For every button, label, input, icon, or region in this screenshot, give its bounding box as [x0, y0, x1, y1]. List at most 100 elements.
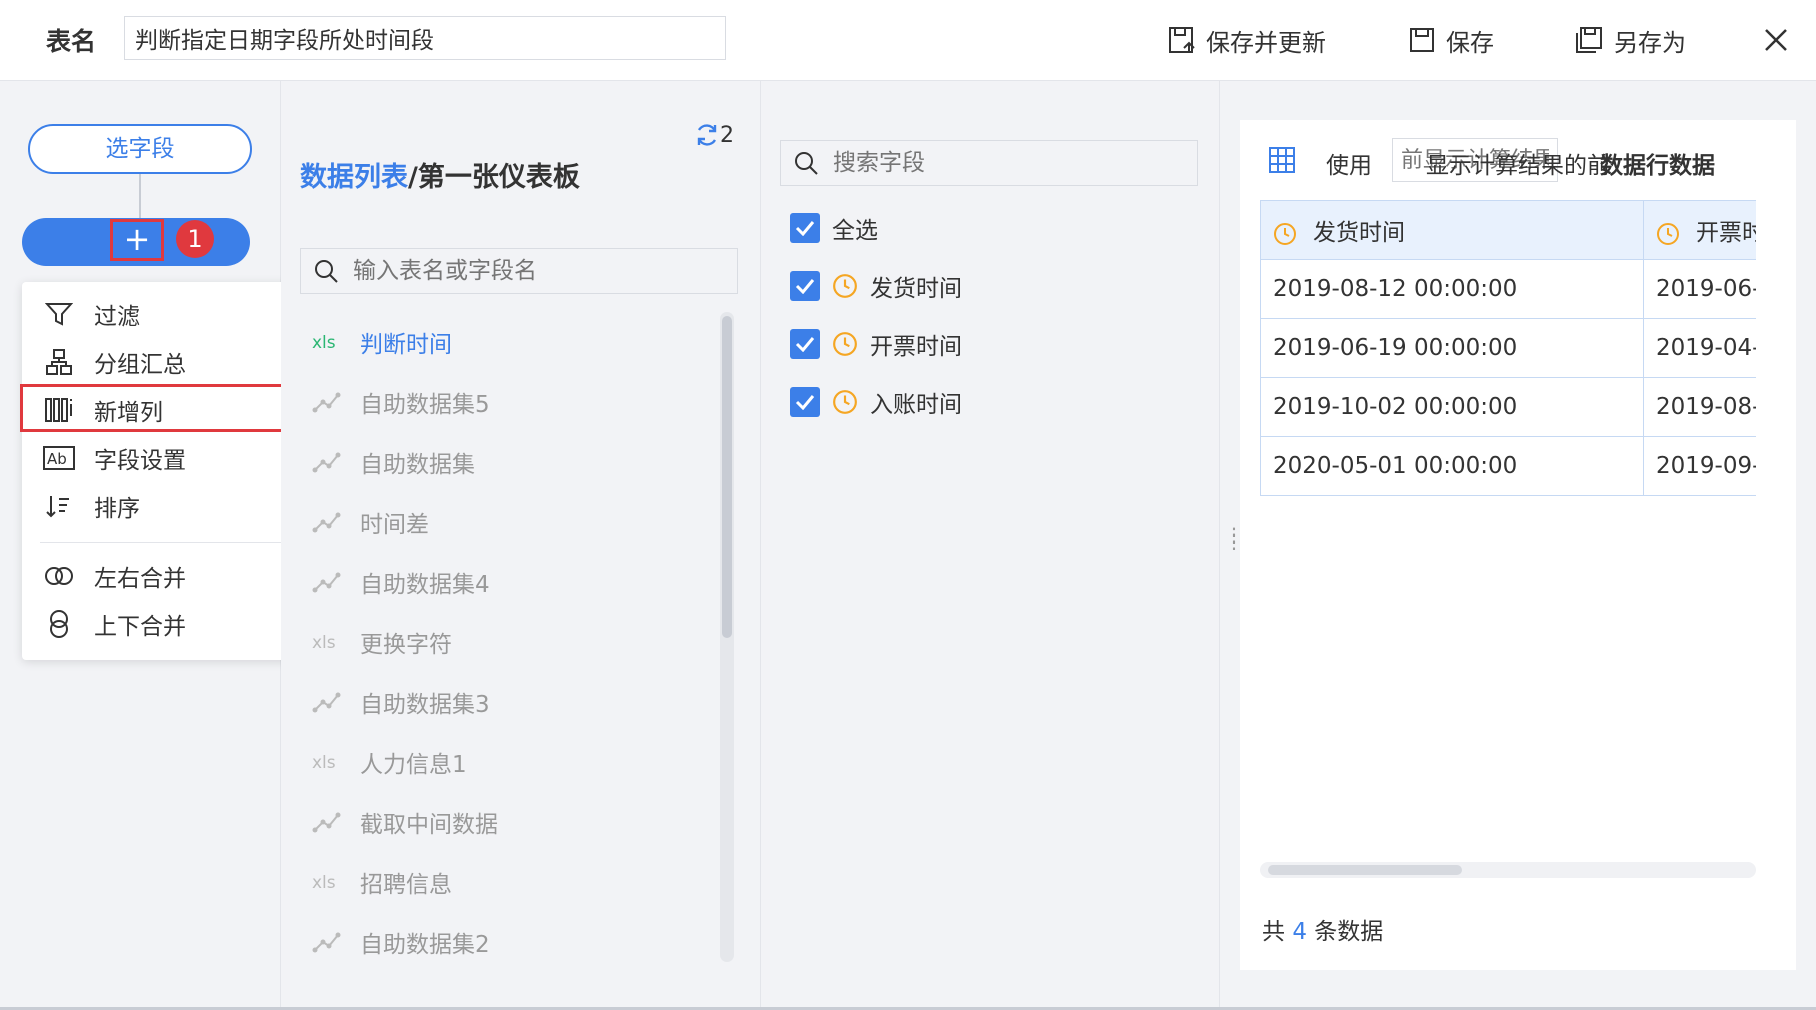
field-search-box[interactable] [780, 140, 1198, 186]
svg-text:xls: xls [312, 753, 336, 772]
menu-divider [40, 542, 298, 543]
table-cell: 2019-08-12 00:00:00 [1260, 259, 1644, 319]
save-and-update-button[interactable]: 保存并更新 [1168, 20, 1326, 60]
xls-icon: xls [312, 332, 346, 352]
table-list-item-label: 更换字符 [360, 632, 452, 658]
table-list-item[interactable]: xls 人力信息1 [312, 742, 712, 782]
preview-use-label: 使用 [1326, 153, 1372, 179]
data-list-title: 数据列表/第一张仪表板 [300, 155, 580, 194]
refresh-button[interactable]: 2 [694, 122, 734, 148]
field-checkbox[interactable]: 发货时间 [790, 268, 962, 304]
table-search-box[interactable] [300, 248, 738, 294]
table-cell: 2019-04-18 [1643, 318, 1756, 378]
table-header-row: 发货时间 开票时间 [1260, 200, 1756, 260]
menu-item-up-down-merge[interactable]: 上下合并 [22, 600, 302, 648]
table-list-item-label: 自助数据集4 [360, 572, 490, 598]
field-label: 开票时间 [870, 334, 962, 360]
table-row: 2019-10-02 00:00:002019-08-30 [1260, 377, 1756, 437]
menu-item-label: 排序 [94, 496, 140, 522]
menu-item-label: 分组汇总 [94, 352, 186, 378]
table-list-item[interactable]: xls 更换字符 [312, 622, 712, 662]
total-count: 4 [1292, 919, 1307, 945]
table-cell: 2019-06-01 [1643, 259, 1756, 319]
table-cell: 2019-10-02 00:00:00 [1260, 377, 1644, 437]
preview-rows-suffix: 数据行数据 [1600, 153, 1715, 179]
menu-item-left-right-merge[interactable]: 左右合并 [22, 552, 302, 600]
field-search-input[interactable] [831, 149, 1175, 177]
data-list-link[interactable]: 数据列表 [300, 162, 408, 193]
column-header-label: 发货时间 [1313, 220, 1405, 246]
table-list-item[interactable]: 自助数据集5 [312, 382, 712, 422]
dataset-icon [312, 690, 346, 714]
field-label: 发货时间 [870, 276, 962, 302]
column-header[interactable]: 开票时间 [1643, 200, 1756, 260]
checkbox-checked-icon [790, 213, 820, 243]
preview-scroll-thumb[interactable] [1268, 865, 1462, 875]
search-icon [793, 150, 819, 176]
menu-item-sort[interactable]: 排序 [22, 482, 302, 530]
menu-item-label: 过滤 [94, 304, 140, 330]
save-label: 保存 [1446, 28, 1494, 57]
list-scroll-thumb[interactable] [722, 316, 732, 638]
table-list-item[interactable]: 截取中间数据 [312, 802, 712, 842]
up-down-merge-icon [42, 608, 76, 640]
checkbox-checked-icon [790, 271, 820, 301]
close-icon[interactable] [1762, 26, 1790, 58]
table-list-item[interactable]: 自助数据集2 [312, 922, 712, 962]
svg-text:xls: xls [312, 333, 336, 352]
menu-item-label: 左右合并 [94, 566, 186, 592]
checkbox-checked-icon [790, 387, 820, 417]
add-step-button[interactable]: + [110, 219, 164, 261]
table-list-item[interactable]: 自助数据集3 [312, 682, 712, 722]
table-list-item[interactable]: 时间差 [312, 502, 712, 542]
table-view-icon[interactable] [1268, 146, 1296, 178]
menu-item-field-settings[interactable]: Ab 字段设置 [22, 434, 302, 482]
menu-item-add-column[interactable]: 新增列 [22, 386, 302, 434]
table-list-item-label: 招聘信息 [360, 872, 452, 898]
save-as-icon [1574, 26, 1614, 54]
table-list-item[interactable]: xls 招聘信息 [312, 862, 712, 902]
xls-icon: xls [312, 752, 346, 772]
table-list-item[interactable]: xls 判断时间 [312, 322, 712, 362]
menu-item-label: 新增列 [94, 400, 163, 426]
table-name-input[interactable] [124, 16, 726, 60]
preview-table: 发货时间 开票时间 2019-08-12 00:00:002019-06-01 … [1260, 200, 1756, 500]
save-update-icon [1168, 26, 1206, 54]
table-list-item[interactable]: 自助数据集 [312, 442, 712, 482]
table-cell: 2019-08-30 [1643, 377, 1756, 437]
dataset-icon [312, 810, 346, 834]
filter-icon [42, 301, 76, 327]
field-checkbox[interactable]: 入账时间 [790, 384, 962, 420]
save-as-button[interactable]: 另存为 [1574, 20, 1686, 60]
dataset-icon [312, 390, 346, 414]
dashboard-name: /第一张仪表板 [408, 162, 580, 193]
field-checkbox[interactable]: 开票时间 [790, 326, 962, 362]
clock-icon [1273, 222, 1297, 246]
field-label: 入账时间 [870, 392, 962, 418]
column-header[interactable]: 发货时间 [1260, 200, 1644, 260]
table-row: 2020-05-01 00:00:002019-09-12 [1260, 436, 1756, 496]
menu-item-label: 字段设置 [94, 448, 186, 474]
table-row: 2019-06-19 00:00:002019-04-18 [1260, 318, 1756, 378]
menu-item-label: 上下合并 [94, 614, 186, 640]
add-column-icon [42, 396, 76, 424]
clock-icon [1656, 222, 1680, 246]
dataset-icon [312, 570, 346, 594]
svg-text:xls: xls [312, 633, 336, 652]
menu-item-filter[interactable]: 过滤 [22, 290, 302, 338]
select-all-checkbox[interactable]: 全选 [790, 210, 878, 246]
table-search-input[interactable] [351, 257, 715, 285]
svg-text:Ab: Ab [47, 450, 67, 468]
save-button[interactable]: 保存 [1408, 20, 1494, 60]
save-icon [1408, 26, 1446, 54]
xls-icon: xls [312, 872, 346, 892]
select-field-node[interactable]: 选字段 [28, 124, 252, 174]
svg-text:xls: xls [312, 873, 336, 892]
table-list-item-label: 自助数据集5 [360, 392, 490, 418]
clock-icon [832, 273, 858, 299]
table-row: 2019-08-12 00:00:002019-06-01 [1260, 259, 1756, 319]
table-list-item[interactable]: 自助数据集4 [312, 562, 712, 602]
left-right-merge-icon [42, 564, 76, 588]
checkbox-checked-icon [790, 329, 820, 359]
menu-item-group-summary[interactable]: 分组汇总 [22, 338, 302, 386]
